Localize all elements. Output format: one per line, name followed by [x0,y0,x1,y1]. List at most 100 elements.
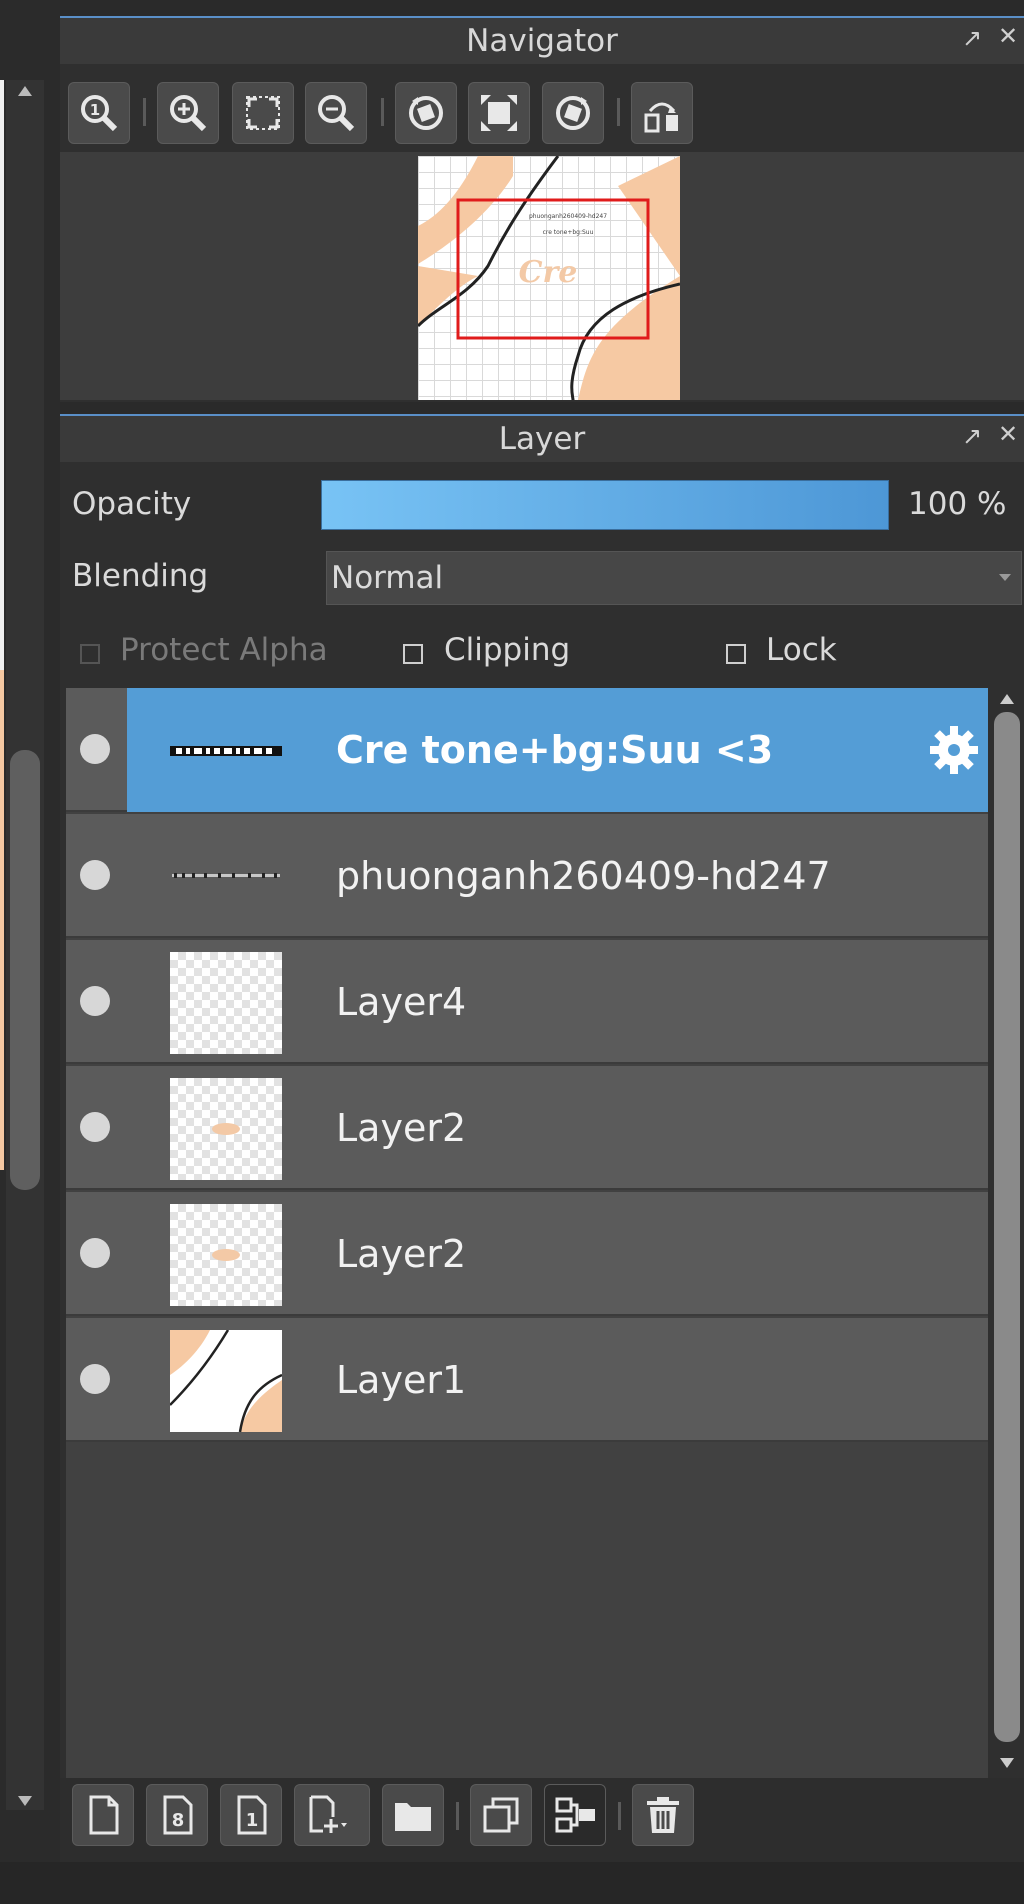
protect-alpha-label: Protect Alpha [120,632,328,668]
flip-horizontal-icon [644,102,678,133]
layer-name: Layer2 [336,1106,467,1150]
layer-list: Cre tone+bg:Suu <3 phuonganh260409-hd247… [66,688,988,1778]
toolbar-separator [143,98,146,126]
svg-text:1: 1 [246,1810,259,1831]
rotate-left-button[interactable] [395,82,457,144]
scroll-up-arrow-icon[interactable] [18,86,32,96]
layer-thumbnail [170,826,282,928]
layer-name: Cre tone+bg:Suu <3 [336,728,774,772]
blending-select[interactable]: Normal [326,551,1022,605]
layer-name: phuonganh260409-hd247 [336,854,831,898]
lettering-thumbnail [212,1123,240,1135]
layer-row[interactable]: Layer2 [66,1066,988,1190]
canvas-vertical-scrollbar[interactable] [6,80,44,1810]
add-layer-menu-icon [309,1795,347,1833]
zoom-actual-icon: 1 [81,95,118,132]
layer-thumbnail [170,1330,282,1432]
rotate-right-icon [556,96,590,130]
new-1bit-layer-icon: 1 [237,1795,267,1835]
chevron-down-icon [999,574,1011,581]
protect-alpha-checkbox[interactable] [80,644,100,664]
clipping-label: Clipping [444,632,571,668]
layer-row[interactable]: Layer2 [66,1192,988,1316]
trash-icon [647,1797,679,1833]
lock-label: Lock [766,632,837,668]
layer-thumbnail [170,700,282,802]
toolbar-separator [456,1802,459,1830]
svg-text:1: 1 [90,101,100,119]
visibility-toggle[interactable] [80,1112,110,1142]
layer-name: Layer2 [336,1232,467,1276]
clipping-checkbox[interactable] [403,644,423,664]
zoom-actual-button[interactable]: 1 [68,82,130,144]
gear-icon[interactable] [926,722,982,778]
new-8bit-layer-icon: 8 [163,1795,193,1835]
zoom-out-icon [318,95,355,132]
fit-screen-button[interactable] [232,82,294,144]
layer-thumbnail [170,1204,282,1306]
duplicate-layer-button[interactable] [470,1784,532,1846]
layer-toolbar: 8 1 [60,1778,1024,1862]
rotate-right-button[interactable] [542,82,604,144]
layer-scroll-thumb[interactable] [994,712,1020,1742]
lettering-thumbnail [212,1249,240,1261]
fit-screen-icon [246,96,280,130]
preview-text-line1: phuonganh260409-hd247 [529,213,607,220]
opacity-value: 100 % [908,486,1007,522]
close-icon[interactable]: ✕ [998,420,1018,448]
layer-list-scrollbar[interactable] [990,688,1024,1778]
canvas-scroll-thumb[interactable] [10,750,40,1190]
rotate-left-icon [409,96,443,130]
layer-thumbnail [170,952,282,1054]
blending-value: Normal [331,560,444,596]
undock-icon[interactable]: ↗ [962,422,982,450]
navigator-thumbnail[interactable]: phuonganh260409-hd247 cre tone+bg:Suu Cr… [418,156,680,400]
layer-name: Layer1 [336,1358,467,1402]
new-8bit-layer-button[interactable]: 8 [146,1784,208,1846]
text-strip-thumbnail [172,873,280,878]
blending-label: Blending [72,558,209,594]
merge-down-button[interactable] [544,1784,606,1846]
scroll-down-arrow-icon[interactable] [1000,1758,1014,1768]
lock-checkbox[interactable] [726,644,746,664]
visibility-toggle[interactable] [80,1364,110,1394]
layer-row[interactable]: phuonganh260409-hd247 [66,814,988,938]
scroll-up-arrow-icon[interactable] [1000,694,1014,704]
opacity-slider[interactable] [321,480,889,530]
layer-thumbnail [170,1078,282,1180]
undock-icon[interactable]: ↗ [962,24,982,52]
text-strip-thumbnail [170,746,282,756]
zoom-in-button[interactable] [157,82,219,144]
toolbar-separator [618,1802,621,1830]
visibility-toggle[interactable] [80,1238,110,1268]
flip-horizontal-button[interactable] [631,82,693,144]
new-folder-button[interactable] [382,1784,444,1846]
canvas-edge-peach [0,670,4,1170]
merge-down-icon [555,1797,595,1833]
layer-row[interactable]: Layer4 [66,940,988,1064]
background-thumbnail [170,1330,282,1432]
visibility-toggle[interactable] [80,734,110,764]
preview-art-text: Cre [519,255,578,290]
scroll-down-arrow-icon[interactable] [18,1796,32,1806]
delete-layer-button[interactable] [632,1784,694,1846]
zoom-in-icon [170,95,207,132]
new-1bit-layer-button[interactable]: 1 [220,1784,282,1846]
visibility-toggle[interactable] [80,986,110,1016]
layer-title: Layer [60,414,1024,462]
toolbar-separator [381,98,384,126]
layer-row[interactable]: Layer1 [66,1318,988,1442]
reset-view-button[interactable] [468,82,530,144]
svg-text:8: 8 [172,1810,185,1831]
new-folder-icon [395,1803,431,1831]
navigator-artwork: phuonganh260409-hd247 cre tone+bg:Suu Cr… [418,156,680,400]
layer-name: Layer4 [336,980,467,1024]
navigator-title: Navigator [60,16,1024,64]
close-icon[interactable]: ✕ [998,22,1018,50]
navigator-preview-area[interactable]: phuonganh260409-hd247 cre tone+bg:Suu Cr… [60,152,1024,400]
visibility-toggle[interactable] [80,860,110,890]
layer-row[interactable]: Cre tone+bg:Suu <3 [66,688,988,812]
zoom-out-button[interactable] [305,82,367,144]
add-layer-menu-button[interactable] [294,1784,370,1846]
new-layer-button[interactable] [72,1784,134,1846]
